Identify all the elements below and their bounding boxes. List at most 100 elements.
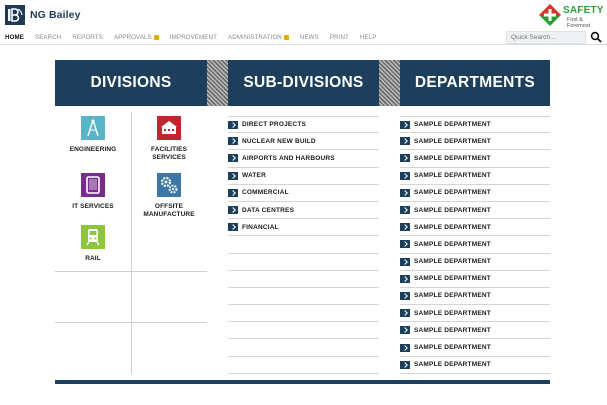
header: NG Bailey SAFETY First & Foremost: [0, 0, 607, 30]
division-tile-engineering[interactable]: ENGINEERING: [55, 116, 131, 154]
department-row[interactable]: SAMPLE DEPARTMENT: [400, 271, 550, 288]
division-tile-facilities-services[interactable]: FACILITIES SERVICES: [131, 116, 207, 162]
chevron-right-icon: [400, 188, 410, 197]
nav-item-approvals[interactable]: APPROVALS: [114, 34, 159, 41]
nav-item-search[interactable]: SEARCH: [35, 34, 61, 41]
building-icon: [157, 116, 181, 140]
chevron-right-icon: [400, 257, 410, 266]
department-row[interactable]: SAMPLE DEPARTMENT: [400, 202, 550, 220]
ng-bailey-logo-icon: [5, 5, 25, 25]
division-tile-rail[interactable]: RAIL: [55, 225, 131, 263]
subdivision-row[interactable]: DIRECT PROJECTS: [228, 116, 379, 134]
lock-icon: [153, 35, 159, 40]
safety-subtitle: First & Foremost: [567, 17, 591, 29]
departments-list: SAMPLE DEPARTMENT SAMPLE DEPARTMENT SAMPLE…: [400, 116, 550, 374]
chevron-right-icon: [228, 206, 238, 215]
chevron-right-icon: [400, 309, 410, 318]
department-label: SAMPLE DEPARTMENT: [414, 223, 491, 231]
safety-title: SAFETY: [563, 5, 604, 16]
nav-item-administration[interactable]: ADMINISTRATION: [228, 34, 289, 41]
division-label-line: ENGINEERING: [69, 146, 117, 153]
subdivision-label: DIRECT PROJECTS: [242, 121, 307, 129]
subdivision-label: NUCLEAR NEW BUILD: [242, 137, 316, 145]
subdivision-label: COMMERCIAL: [242, 189, 289, 197]
chevron-right-icon: [400, 120, 410, 129]
subdivision-row[interactable]: WATER: [228, 168, 379, 185]
search-icon[interactable]: [590, 31, 602, 43]
quick-search-input[interactable]: [506, 31, 586, 44]
department-row[interactable]: SAMPLE DEPARTMENT: [400, 305, 550, 323]
safety-first-logo: SAFETY First & Foremost: [538, 3, 604, 29]
division-label-line: IT SERVICES: [72, 203, 114, 210]
subdivision-row[interactable]: DATA CENTRES: [228, 202, 379, 220]
division-label: FACILITIES SERVICES: [131, 146, 207, 162]
nav-item-label: APPROVALS: [113, 34, 152, 41]
department-row[interactable]: SAMPLE DEPARTMENT: [400, 168, 550, 185]
chevron-right-icon: [400, 223, 410, 232]
nav-item-news[interactable]: NEWS: [300, 34, 319, 41]
chevron-right-icon: [228, 188, 238, 197]
chevron-right-icon: [400, 137, 410, 146]
subdivision-row[interactable]: FINANCIAL: [228, 219, 379, 237]
department-row[interactable]: SAMPLE DEPARTMENT: [400, 288, 550, 306]
subdivision-row: [228, 322, 379, 340]
subdivisions-header: SUB-DIVISIONS: [228, 60, 379, 106]
subdivision-row: [228, 339, 379, 357]
footer-bar: [55, 380, 550, 384]
divisions-header: DIVISIONS: [55, 60, 207, 106]
subdivision-label: AIRPORTS AND HARBOURS: [242, 154, 335, 162]
nav-item-improvement[interactable]: IMPROVEMENT: [170, 34, 217, 41]
department-row[interactable]: SAMPLE DEPARTMENT: [400, 254, 550, 271]
chevron-right-icon: [400, 154, 410, 163]
department-label: SAMPLE DEPARTMENT: [414, 292, 491, 300]
subdivision-label: DATA CENTRES: [242, 206, 295, 214]
department-label: SAMPLE DEPARTMENT: [414, 361, 491, 369]
nav-item-help[interactable]: HELP: [360, 34, 377, 41]
division-label: ENGINEERING: [55, 146, 131, 154]
subdivision-row[interactable]: NUCLEAR NEW BUILD: [228, 133, 379, 151]
subdivision-row[interactable]: AIRPORTS AND HARBOURS: [228, 150, 379, 168]
compass-icon: [81, 116, 105, 140]
department-label: SAMPLE DEPARTMENT: [414, 206, 491, 214]
department-row[interactable]: SAMPLE DEPARTMENT: [400, 116, 550, 134]
nav-item-label: SEARCH: [34, 34, 62, 41]
department-label: SAMPLE DEPARTMENT: [414, 240, 491, 248]
chevron-right-icon: [400, 240, 410, 249]
department-label: SAMPLE DEPARTMENT: [414, 172, 491, 180]
nav-item-reports[interactable]: REPORTS: [72, 34, 103, 41]
chevron-right-icon: [400, 206, 410, 215]
department-row[interactable]: SAMPLE DEPARTMENT: [400, 150, 550, 168]
subdivision-row: [228, 357, 379, 374]
department-row[interactable]: SAMPLE DEPARTMENT: [400, 219, 550, 237]
departments-header: DEPARTMENTS: [400, 60, 550, 106]
department-row[interactable]: SAMPLE DEPARTMENT: [400, 185, 550, 202]
department-row[interactable]: SAMPLE DEPARTMENT: [400, 133, 550, 151]
subdivision-row: [228, 236, 379, 254]
tablet-icon: [81, 173, 105, 197]
ng-bailey-logo[interactable]: NG Bailey: [5, 5, 81, 25]
nav-item-label: IMPROVEMENT: [169, 34, 217, 41]
subdivision-row: [228, 305, 379, 323]
department-label: SAMPLE DEPARTMENT: [414, 137, 491, 145]
division-tile-it services[interactable]: IT SERVICES: [55, 173, 131, 211]
department-row[interactable]: SAMPLE DEPARTMENT: [400, 339, 550, 357]
department-row[interactable]: SAMPLE DEPARTMENT: [400, 322, 550, 340]
department-row[interactable]: SAMPLE DEPARTMENT: [400, 357, 550, 374]
subdivision-row[interactable]: COMMERCIAL: [228, 185, 379, 202]
chevron-right-icon: [228, 171, 238, 180]
division-label-line: RAIL: [85, 255, 101, 262]
nav-item-print[interactable]: PRINT: [330, 34, 349, 41]
department-row[interactable]: SAMPLE DEPARTMENT: [400, 236, 550, 254]
gears-icon: [157, 173, 181, 197]
nav-item-label: HOME: [5, 34, 24, 41]
division-tile-offsite-manufacture[interactable]: OFFSITE MANUFACTURE: [131, 173, 207, 219]
division-label: RAIL: [55, 255, 131, 263]
department-label: SAMPLE DEPARTMENT: [414, 154, 491, 162]
chevron-right-icon: [400, 291, 410, 300]
nav-item-label: REPORTS: [72, 34, 103, 41]
subdivisions-list: DIRECT PROJECTS NUCLEAR NEW BUILD AIRPORTS…: [228, 116, 379, 374]
division-label-line: MANUFACTURE: [143, 211, 195, 218]
chevron-right-icon: [228, 120, 238, 129]
nav-item-home[interactable]: HOME: [5, 34, 24, 41]
nav-item-label: PRINT: [329, 34, 349, 41]
